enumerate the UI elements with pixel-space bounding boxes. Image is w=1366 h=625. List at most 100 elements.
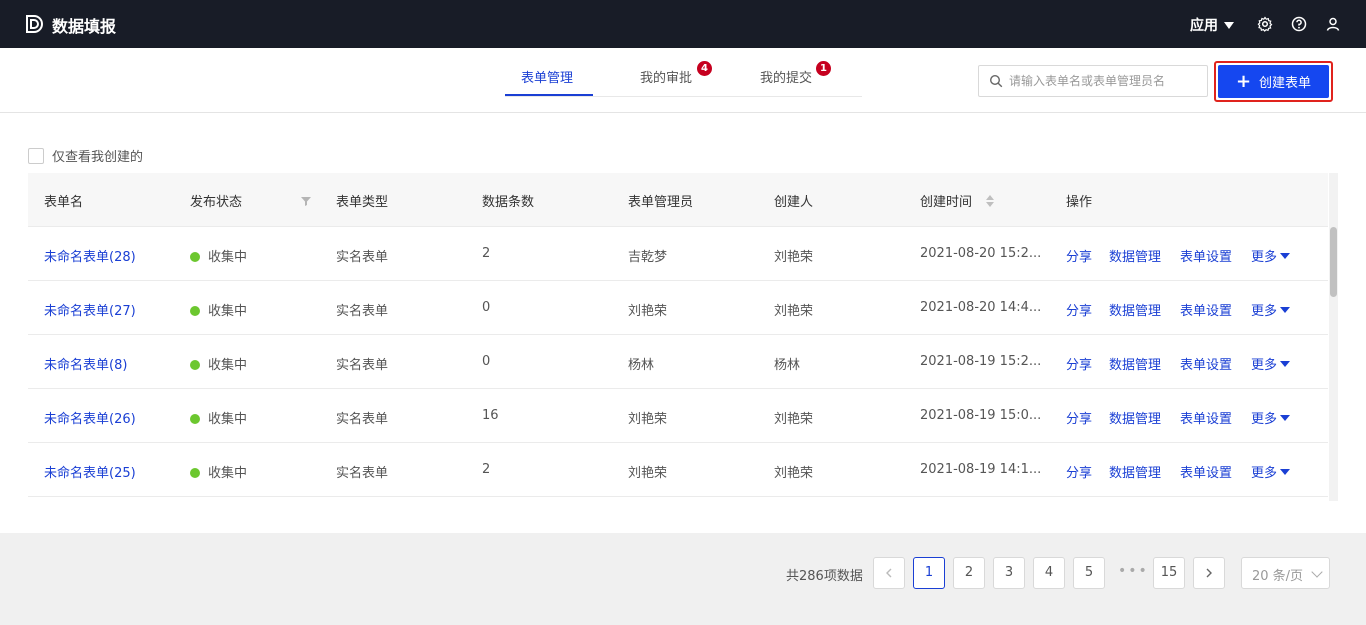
form-settings-link[interactable]: 表单设置 — [1180, 354, 1232, 373]
user-icon[interactable] — [1325, 16, 1341, 32]
form-settings-link[interactable]: 表单设置 — [1180, 462, 1232, 481]
share-link[interactable]: 分享 — [1066, 408, 1092, 427]
share-link[interactable]: 分享 — [1066, 300, 1092, 319]
status-dot-icon — [190, 252, 200, 262]
form-name-link[interactable]: 未命名表单(28) — [44, 246, 136, 265]
status-label: 收集中 — [208, 304, 248, 319]
only-mine-checkbox[interactable] — [28, 147, 44, 164]
help-icon[interactable] — [1291, 16, 1307, 32]
filter-icon[interactable] — [300, 195, 312, 207]
last-page-button[interactable]: 15 — [1153, 557, 1185, 589]
page-ellipsis[interactable]: ••• — [1118, 563, 1149, 579]
data-management-link[interactable]: 数据管理 — [1109, 462, 1161, 481]
share-link-label: 分享 — [1066, 304, 1093, 319]
created-time-cell: 2021-08-20 15:2... — [920, 246, 1042, 261]
create-button-highlight: + 创建表单 — [1214, 61, 1333, 102]
form-settings-link[interactable]: 表单设置 — [1180, 246, 1232, 265]
share-link-label: 分享 — [1066, 466, 1093, 481]
more-actions-link[interactable]: 更多 — [1251, 300, 1291, 319]
logo-icon — [26, 15, 43, 33]
page-size-select[interactable]: 20 条/页 — [1241, 557, 1330, 589]
status-cell: 收集中 — [190, 246, 247, 265]
form-name-link[interactable]: 未命名表单(8) — [44, 354, 127, 373]
data-management-link-label: 数据管理 — [1109, 466, 1162, 481]
search-box[interactable] — [978, 65, 1208, 97]
table-row: 未命名表单(27) 收集中 实名表单 0 刘艳荣 刘艳荣 2021-08-20 14:4..… — [28, 281, 1328, 335]
apps-menu[interactable]: 应用 — [1190, 15, 1234, 35]
more-actions-link-label: 更多 — [1251, 412, 1278, 427]
active-tab-indicator — [505, 94, 593, 96]
status-label: 收集中 — [208, 358, 248, 373]
caret-down-icon — [1280, 253, 1291, 259]
data-management-link[interactable]: 数据管理 — [1109, 354, 1161, 373]
column-header-status: 发布状态 — [190, 195, 243, 210]
form-settings-link[interactable]: 表单设置 — [1180, 408, 1232, 427]
share-link[interactable]: 分享 — [1066, 354, 1092, 373]
chevron-down-icon — [1311, 566, 1323, 578]
column-header-form-type: 表单类型 — [336, 195, 389, 210]
data-management-link-label: 数据管理 — [1109, 358, 1162, 373]
prev-page-button[interactable] — [873, 557, 905, 589]
search-icon — [989, 74, 1003, 88]
page-button[interactable]: 3 — [993, 557, 1025, 589]
scrollbar-thumb[interactable] — [1330, 227, 1337, 297]
form-name-link[interactable]: 未命名表单(27) — [44, 300, 136, 319]
next-page-button[interactable] — [1193, 557, 1225, 589]
plus-icon: + — [1235, 70, 1252, 92]
page-button[interactable]: 5 — [1073, 557, 1105, 589]
more-actions-link[interactable]: 更多 — [1251, 408, 1291, 427]
form-admin-cell: 吉乾梦 — [628, 250, 668, 265]
tab-my-approvals[interactable]: 我的审批 — [640, 67, 692, 86]
search-input[interactable] — [1009, 70, 1201, 92]
tab-bar: 表单管理 我的审批 4 我的提交 1 — [505, 48, 862, 97]
creator-cell: 刘艳荣 — [774, 466, 814, 481]
form-settings-link[interactable]: 表单设置 — [1180, 300, 1232, 319]
tab-form-management[interactable]: 表单管理 — [521, 67, 573, 86]
created-time-cell: 2021-08-19 15:0... — [920, 408, 1042, 423]
create-form-button[interactable]: + 创建表单 — [1218, 65, 1329, 98]
main-content: 仅查看我创建的 表单名 发布状态 表单类型 数据条数 表单管理员 创建人 创建时… — [0, 113, 1366, 533]
column-header-created-time: 创建时间 — [920, 195, 973, 210]
page-button[interactable]: 1 — [913, 557, 945, 589]
creator-cell: 刘艳荣 — [774, 412, 814, 427]
form-admin-cell: 刘艳荣 — [628, 412, 668, 427]
caret-down-icon — [1224, 21, 1234, 29]
more-actions-link[interactable]: 更多 — [1251, 462, 1291, 481]
table-scrollbar[interactable] — [1329, 173, 1338, 501]
more-actions-link-label: 更多 — [1251, 358, 1278, 373]
form-settings-link-label: 表单设置 — [1180, 466, 1233, 481]
apps-menu-label: 应用 — [1190, 18, 1218, 34]
share-link[interactable]: 分享 — [1066, 246, 1092, 265]
record-count-cell: 0 — [482, 300, 491, 315]
caret-down-icon — [1280, 307, 1291, 313]
more-actions-link[interactable]: 更多 — [1251, 246, 1291, 265]
status-cell: 收集中 — [190, 354, 247, 373]
tab-my-submissions[interactable]: 我的提交 — [760, 67, 812, 86]
form-settings-link-label: 表单设置 — [1180, 412, 1233, 427]
table-row: 未命名表单(28) 收集中 实名表单 2 吉乾梦 刘艳荣 2021-08-20 15:2..… — [28, 227, 1328, 281]
page-button[interactable]: 2 — [953, 557, 985, 589]
status-cell: 收集中 — [190, 462, 247, 481]
form-admin-cell: 刘艳荣 — [628, 466, 668, 481]
approvals-count-badge: 4 — [697, 61, 712, 76]
gear-icon[interactable] — [1257, 16, 1273, 32]
data-management-link[interactable]: 数据管理 — [1109, 408, 1161, 427]
data-management-link-label: 数据管理 — [1109, 250, 1162, 265]
page-header: 表单管理 我的审批 4 我的提交 1 + 创建表单 — [0, 48, 1366, 113]
data-management-link[interactable]: 数据管理 — [1109, 300, 1161, 319]
data-management-link[interactable]: 数据管理 — [1109, 246, 1161, 265]
share-link[interactable]: 分享 — [1066, 462, 1092, 481]
page-button[interactable]: 4 — [1033, 557, 1065, 589]
table-row: 未命名表单(8) 收集中 实名表单 0 杨林 杨林 2021-08-19 15:2... 分享… — [28, 335, 1328, 389]
form-name-link[interactable]: 未命名表单(25) — [44, 462, 136, 481]
total-count: 共286项数据 — [786, 569, 863, 584]
chevron-right-icon — [1206, 568, 1212, 578]
created-time-cell: 2021-08-19 15:2... — [920, 354, 1042, 369]
app-title: 数据填报 — [52, 17, 117, 36]
form-type-cell: 实名表单 — [336, 358, 389, 373]
only-mine-filter[interactable]: 仅查看我创建的 — [28, 146, 143, 165]
more-actions-link[interactable]: 更多 — [1251, 354, 1291, 373]
sort-icon[interactable] — [985, 194, 995, 208]
column-header-record-count: 数据条数 — [482, 195, 535, 210]
form-name-link[interactable]: 未命名表单(26) — [44, 408, 136, 427]
